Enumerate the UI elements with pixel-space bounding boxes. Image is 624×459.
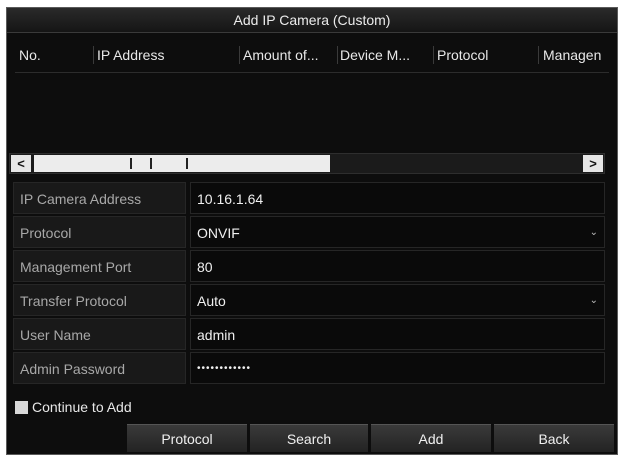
protocol-select-value: ONVIF — [197, 225, 240, 241]
transfer-protocol-label: Transfer Protocol — [13, 284, 186, 316]
camera-table-body[interactable] — [15, 72, 609, 158]
column-separator[interactable] — [538, 46, 539, 64]
grip-line — [186, 158, 188, 169]
transfer-protocol-select-value: Auto — [197, 293, 226, 309]
column-header-protocol[interactable]: Protocol — [437, 38, 537, 72]
protocol-row: Protocol ONVIF ⌄ — [13, 216, 605, 248]
camera-settings-form: IP Camera Address 10.16.1.64 Protocol ON… — [13, 182, 605, 386]
column-header-management[interactable]: Managen — [543, 38, 609, 72]
chevron-down-icon[interactable]: ⌄ — [590, 285, 598, 317]
user-name-label: User Name — [13, 318, 186, 350]
column-separator[interactable] — [433, 46, 434, 64]
add-ip-camera-dialog: Add IP Camera (Custom) No. IP Address Am… — [6, 7, 618, 455]
horizontal-scrollbar[interactable]: < > — [9, 153, 605, 174]
chevron-left-icon[interactable]: < — [11, 155, 31, 172]
protocol-label: Protocol — [13, 216, 186, 248]
chevron-down-icon[interactable]: ⌄ — [590, 217, 598, 249]
user-name-input[interactable]: admin — [190, 318, 605, 350]
continue-to-add-option[interactable]: Continue to Add — [15, 397, 132, 417]
ip-camera-address-label: IP Camera Address — [13, 182, 186, 214]
management-port-label: Management Port — [13, 250, 186, 282]
admin-password-input[interactable]: •••••••••••• — [190, 352, 605, 384]
ip-camera-address-input[interactable]: 10.16.1.64 — [190, 182, 605, 214]
user-name-row: User Name admin — [13, 318, 605, 350]
protocol-select[interactable]: ONVIF ⌄ — [190, 216, 605, 248]
camera-table-header: No. IP Address Amount of... Device M... … — [15, 38, 609, 73]
column-header-amount[interactable]: Amount of... — [243, 38, 335, 72]
admin-password-row: Admin Password •••••••••••• — [13, 352, 605, 384]
management-port-input[interactable]: 80 — [190, 250, 605, 282]
back-button[interactable]: Back — [494, 424, 614, 452]
add-button[interactable]: Add — [371, 424, 491, 452]
button-bar: Protocol Search Add Back — [7, 424, 614, 452]
grip-line — [150, 158, 152, 169]
column-separator[interactable] — [239, 46, 240, 64]
management-port-row: Management Port 80 — [13, 250, 605, 282]
continue-to-add-label: Continue to Add — [32, 399, 132, 415]
protocol-button[interactable]: Protocol — [127, 424, 247, 452]
transfer-protocol-select[interactable]: Auto ⌄ — [190, 284, 605, 316]
chevron-right-icon[interactable]: > — [583, 155, 603, 172]
column-header-ip-address[interactable]: IP Address — [97, 38, 237, 72]
dialog-title: Add IP Camera (Custom) — [7, 8, 617, 33]
continue-to-add-checkbox[interactable] — [15, 400, 28, 414]
column-header-device-model[interactable]: Device M... — [340, 38, 432, 72]
column-separator[interactable] — [337, 46, 338, 64]
admin-password-label: Admin Password — [13, 352, 186, 384]
search-button[interactable]: Search — [250, 424, 368, 452]
column-separator[interactable] — [93, 46, 94, 64]
ip-camera-address-row: IP Camera Address 10.16.1.64 — [13, 182, 605, 214]
scrollbar-thumb[interactable] — [34, 155, 330, 172]
grip-line — [130, 158, 132, 169]
transfer-protocol-row: Transfer Protocol Auto ⌄ — [13, 284, 605, 316]
column-header-no[interactable]: No. — [19, 38, 89, 72]
